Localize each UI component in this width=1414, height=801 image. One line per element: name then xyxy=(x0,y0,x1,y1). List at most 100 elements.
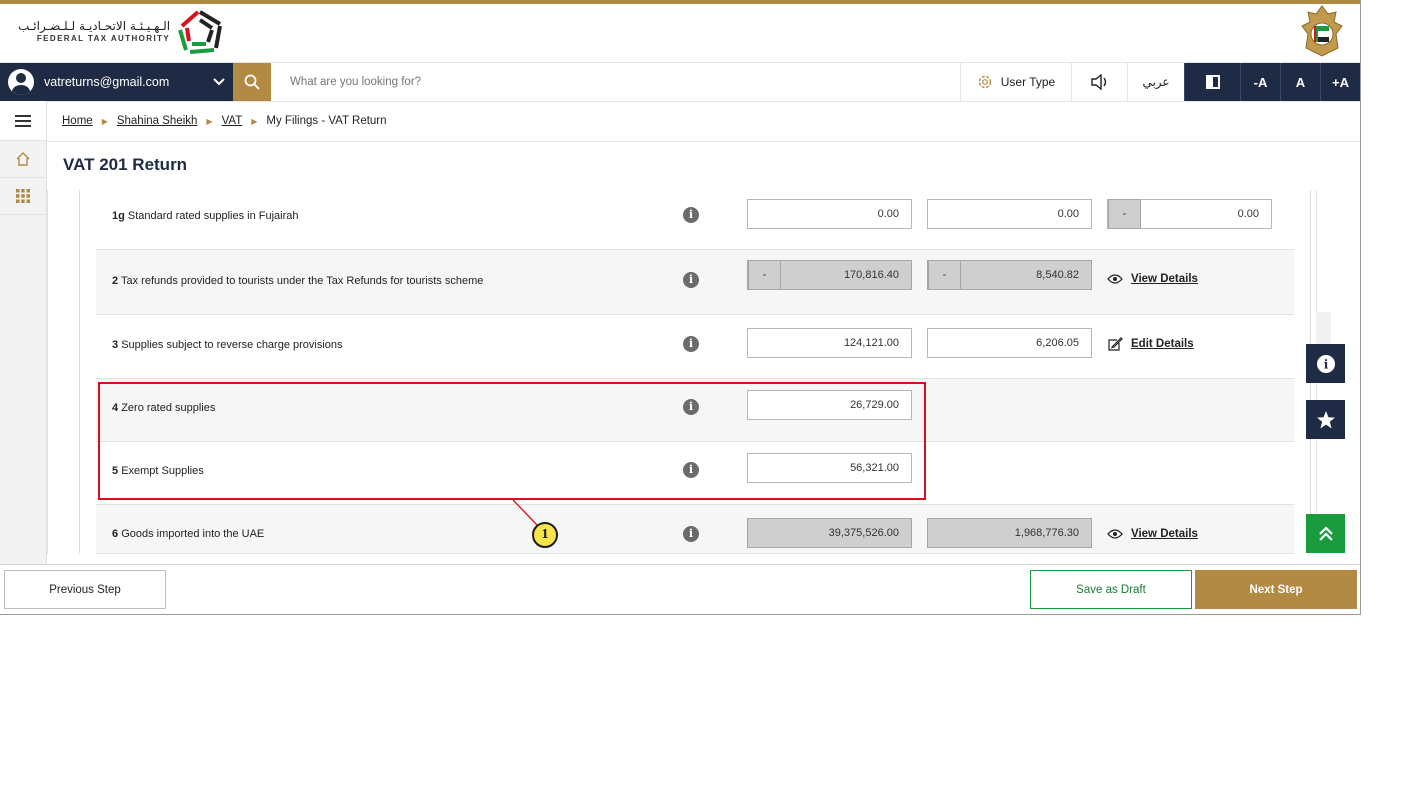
breadcrumb-separator-icon: ▶ xyxy=(251,116,258,126)
contrast-icon xyxy=(1205,75,1220,89)
breadcrumb-separator-icon: ▶ xyxy=(101,116,108,126)
edit-details-label: Edit Details xyxy=(1131,338,1194,350)
view-details-label: View Details xyxy=(1131,273,1198,285)
row-label: 6 Goods imported into the UAE xyxy=(112,528,264,540)
breadcrumb-vat[interactable]: VAT xyxy=(222,115,243,127)
grid-icon xyxy=(16,189,30,203)
previous-step-button[interactable]: Previous Step xyxy=(4,570,166,609)
row-number: 3 xyxy=(112,339,119,351)
logo-arabic-text: الـهـيـئـة الاتحـاديـة لـلـضـرائـب xyxy=(18,19,171,33)
scroll-top-button[interactable] xyxy=(1306,514,1345,553)
adjustment-field[interactable]: - 0.00 xyxy=(1107,199,1272,229)
row-1g: 1g Standard rated supplies in Fujairah i… xyxy=(96,190,1294,250)
amount-field-readonly: - 170,816.40 xyxy=(747,260,912,290)
amount-field-readonly: 39,375,526.00 xyxy=(747,518,912,548)
gear-icon xyxy=(978,75,991,89)
info-icon[interactable]: i xyxy=(683,272,699,288)
highlight-box xyxy=(98,382,926,500)
star-icon xyxy=(1316,410,1335,428)
callout-badge: 1 xyxy=(532,522,558,548)
top-toolbar: vatreturns@gmail.com User Type xyxy=(0,62,1360,102)
user-avatar-icon xyxy=(8,69,34,95)
svg-text:i: i xyxy=(1323,357,1328,371)
amount-input[interactable]: 124,121.00 xyxy=(747,328,912,358)
next-step-button[interactable]: Next Step xyxy=(1195,570,1357,609)
logo-english-text: FEDERAL TAX AUTHORITY xyxy=(36,34,171,43)
hamburger-icon xyxy=(15,114,31,127)
eye-icon xyxy=(1107,529,1123,539)
view-details-link[interactable]: View Details xyxy=(1107,528,1198,540)
vat-amount-input[interactable]: 6,206.05 xyxy=(927,328,1092,358)
row-label: 3 Supplies subject to reverse charge pro… xyxy=(112,339,343,351)
info-icon[interactable]: i xyxy=(683,207,699,223)
user-type-button[interactable]: User Type xyxy=(960,63,1071,101)
breadcrumb-home[interactable]: Home xyxy=(62,115,93,127)
vat-field-readonly: - 8,540.82 xyxy=(927,260,1092,290)
amount-input[interactable]: 0.00 xyxy=(747,199,912,229)
top-accent-line xyxy=(0,0,1360,4)
page-title: VAT 201 Return xyxy=(63,155,188,174)
user-email: vatreturns@gmail.com xyxy=(44,75,170,89)
font-increase-button[interactable]: +A xyxy=(1320,63,1360,101)
row-number: 1g xyxy=(112,210,125,222)
uae-emblem-icon xyxy=(1301,5,1343,57)
row-text: Goods imported into the UAE xyxy=(121,528,265,540)
fta-logo[interactable]: الـهـيـئـة الاتحـاديـة لـلـضـرائـب FEDER… xyxy=(18,8,224,56)
eye-icon xyxy=(1107,274,1123,284)
search-input[interactable] xyxy=(271,63,960,101)
vat-field-readonly: 1,968,776.30 xyxy=(927,518,1092,548)
hamburger-menu-button[interactable] xyxy=(0,101,46,141)
row-text: Standard rated supplies in Fujairah xyxy=(127,210,299,222)
footer-bar: Previous Step Save as Draft Next Step xyxy=(0,564,1360,614)
info-icon[interactable]: i xyxy=(683,336,699,352)
row-label: 2 Tax refunds provided to tourists under… xyxy=(112,275,483,287)
row-label: 1g Standard rated supplies in Fujairah xyxy=(112,210,299,222)
breadcrumb: Home ▶ Shahina Sheikh ▶ VAT ▶ My Filings… xyxy=(62,115,387,127)
language-toggle[interactable]: عربي xyxy=(1127,63,1184,101)
breadcrumb-user[interactable]: Shahina Sheikh xyxy=(117,115,198,127)
user-menu[interactable]: vatreturns@gmail.com xyxy=(0,63,233,101)
logo-text: الـهـيـئـة الاتحـاديـة لـلـضـرائـب FEDER… xyxy=(18,19,170,45)
search-icon xyxy=(244,74,260,90)
view-details-link[interactable]: View Details xyxy=(1107,273,1198,285)
row-3: 3 Supplies subject to reverse charge pro… xyxy=(96,315,1294,379)
contrast-toggle[interactable] xyxy=(1184,63,1240,101)
view-details-label: View Details xyxy=(1131,528,1198,540)
double-chevron-up-icon xyxy=(1318,525,1333,541)
row-2: 2 Tax refunds provided to tourists under… xyxy=(96,250,1294,315)
app-frame: الـهـيـئـة الاتحـاديـة لـلـضـرائـب FEDER… xyxy=(0,0,1361,615)
row-number: 2 xyxy=(112,275,119,287)
font-normal-button[interactable]: A xyxy=(1280,63,1320,101)
font-decrease-button[interactable]: -A xyxy=(1240,63,1280,101)
save-draft-button[interactable]: Save as Draft xyxy=(1030,570,1192,609)
adjustment-value: 0.00 xyxy=(1237,208,1259,220)
row-text: Supplies subject to reverse charge provi… xyxy=(121,339,343,351)
sidebar-apps-button[interactable] xyxy=(0,178,46,215)
search-button[interactable] xyxy=(233,63,271,101)
amount-value: 170,816.40 xyxy=(843,269,899,281)
info-circle-icon: i xyxy=(1316,354,1335,373)
row-text: Tax refunds provided to tourists under t… xyxy=(120,275,484,287)
speaker-icon xyxy=(1090,74,1106,90)
amount-sign: - xyxy=(748,260,781,290)
row-number: 6 xyxy=(112,528,119,540)
row-6: 6 Goods imported into the UAE i 39,375,5… xyxy=(96,505,1294,554)
edit-details-link[interactable]: Edit Details xyxy=(1107,336,1194,352)
sidebar xyxy=(0,101,47,614)
breadcrumb-separator-icon: ▶ xyxy=(206,116,213,126)
edit-icon xyxy=(1108,337,1123,351)
vat-sign: - xyxy=(928,260,961,290)
chevron-down-icon xyxy=(213,75,225,89)
info-icon[interactable]: i xyxy=(683,526,699,542)
home-icon xyxy=(16,152,30,166)
read-aloud-button[interactable] xyxy=(1071,63,1127,101)
fta-logo-icon xyxy=(178,10,223,54)
user-type-label: User Type xyxy=(1000,75,1056,89)
sidebar-home-button[interactable] xyxy=(0,141,46,178)
info-float-button[interactable]: i xyxy=(1306,344,1345,383)
adjustment-sign: - xyxy=(1108,199,1141,229)
breadcrumb-current: My Filings - VAT Return xyxy=(266,115,387,127)
vat-amount-input[interactable]: 0.00 xyxy=(927,199,1092,229)
favourite-float-button[interactable] xyxy=(1306,400,1345,439)
vat-value: 8,540.82 xyxy=(1036,269,1079,281)
